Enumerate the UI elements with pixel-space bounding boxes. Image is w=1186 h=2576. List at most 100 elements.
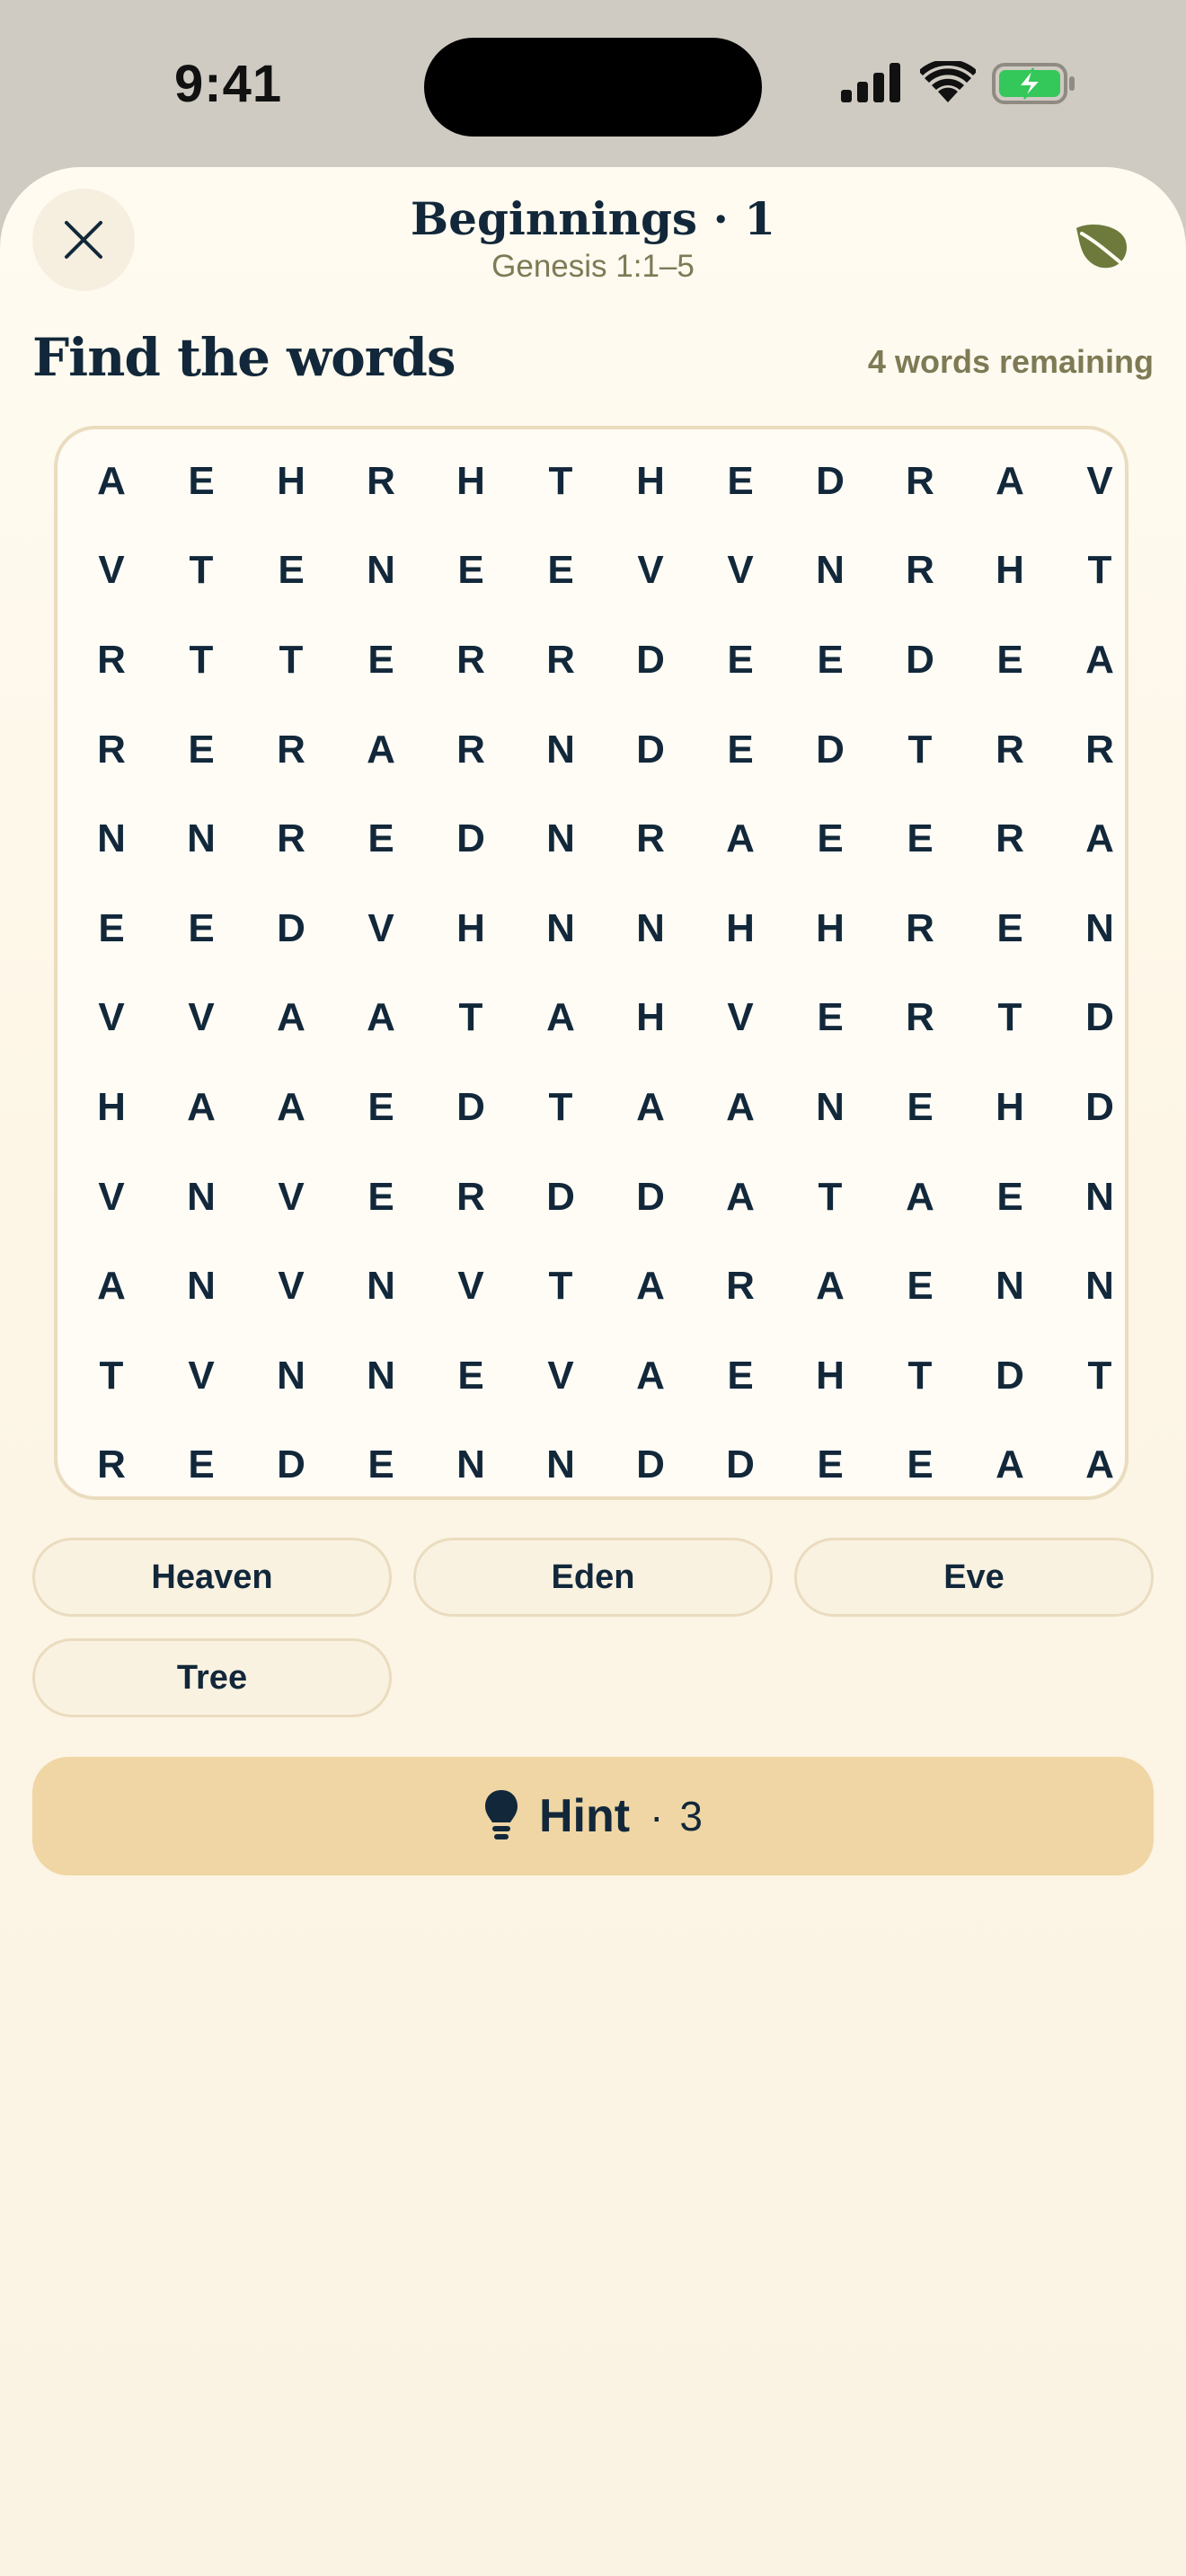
grid-letter[interactable]: E xyxy=(965,1152,1055,1242)
letter-grid[interactable]: AEHRHTHEDRAVVTENEEVVNRHTRTTERRDEEDEARERA… xyxy=(54,426,1128,1500)
grid-letter[interactable]: N xyxy=(156,794,246,884)
grid-letter[interactable]: E xyxy=(156,884,246,974)
grid-letter[interactable]: R xyxy=(66,1421,156,1511)
grid-letter[interactable]: H xyxy=(246,437,336,526)
grid-letter[interactable]: D xyxy=(695,1421,785,1511)
grid-letter[interactable]: T xyxy=(516,1063,606,1152)
grid-letter[interactable]: E xyxy=(156,437,246,526)
grid-letter[interactable]: D xyxy=(1055,1063,1145,1152)
grid-letter[interactable]: N xyxy=(516,1421,606,1511)
grid-letter[interactable]: R xyxy=(1055,705,1145,795)
grid-letter[interactable]: T xyxy=(1055,526,1145,616)
grid-letter[interactable]: V xyxy=(516,1331,606,1421)
grid-letter[interactable]: D xyxy=(246,884,336,974)
grid-letter[interactable]: T xyxy=(516,1241,606,1331)
grid-letter[interactable]: D xyxy=(875,615,965,705)
grid-letter[interactable]: E xyxy=(336,615,426,705)
grid-letter[interactable]: D xyxy=(426,794,516,884)
grid-letter[interactable]: A xyxy=(695,794,785,884)
grid-letter[interactable]: T xyxy=(875,705,965,795)
grid-letter[interactable]: A xyxy=(1055,615,1145,705)
grid-letter[interactable]: N xyxy=(965,1241,1055,1331)
grid-letter[interactable]: E xyxy=(875,794,965,884)
grid-letter[interactable]: R xyxy=(426,1152,516,1242)
grid-letter[interactable]: A xyxy=(785,1241,875,1331)
grid-letter[interactable]: A xyxy=(336,705,426,795)
grid-letter[interactable]: E xyxy=(336,1421,426,1511)
grid-letter[interactable]: E xyxy=(66,884,156,974)
grid-letter[interactable]: A xyxy=(606,1063,695,1152)
grid-letter[interactable]: N xyxy=(1055,1152,1145,1242)
grid-letter[interactable]: N xyxy=(1055,884,1145,974)
grid-letter[interactable]: V xyxy=(156,1331,246,1421)
grid-letter[interactable]: D xyxy=(606,705,695,795)
grid-letter[interactable]: A xyxy=(606,1241,695,1331)
grid-letter[interactable]: H xyxy=(426,437,516,526)
grid-letter[interactable]: V xyxy=(695,526,785,616)
grid-letter[interactable]: N xyxy=(66,794,156,884)
grid-letter[interactable]: D xyxy=(965,1331,1055,1421)
grid-letter[interactable]: R xyxy=(516,615,606,705)
leaf-button[interactable] xyxy=(1069,214,1134,278)
grid-letter[interactable]: V xyxy=(1055,437,1145,526)
grid-letter[interactable]: E xyxy=(336,1063,426,1152)
grid-letter[interactable]: A xyxy=(516,974,606,1063)
grid-letter[interactable]: T xyxy=(156,615,246,705)
grid-letter[interactable]: D xyxy=(785,437,875,526)
grid-letter[interactable]: V xyxy=(336,884,426,974)
grid-letter[interactable]: R xyxy=(606,794,695,884)
grid-letter[interactable]: T xyxy=(785,1152,875,1242)
grid-letter[interactable]: A xyxy=(246,1063,336,1152)
grid-letter[interactable]: T xyxy=(875,1331,965,1421)
grid-letter[interactable]: H xyxy=(66,1063,156,1152)
grid-letter[interactable]: N xyxy=(246,1331,336,1421)
grid-letter[interactable]: A xyxy=(66,1241,156,1331)
grid-letter[interactable]: D xyxy=(516,1152,606,1242)
grid-letter[interactable]: R xyxy=(875,974,965,1063)
grid-letter[interactable]: E xyxy=(785,974,875,1063)
grid-letter[interactable]: A xyxy=(875,1152,965,1242)
grid-letter[interactable]: V xyxy=(66,526,156,616)
grid-letter[interactable]: V xyxy=(66,1152,156,1242)
grid-letter[interactable]: T xyxy=(156,526,246,616)
grid-letter[interactable]: R xyxy=(426,615,516,705)
hint-button[interactable]: Hint · 3 xyxy=(32,1757,1154,1875)
grid-letter[interactable]: V xyxy=(695,974,785,1063)
grid-letter[interactable]: T xyxy=(66,1331,156,1421)
grid-letter[interactable]: E xyxy=(246,526,336,616)
grid-letter[interactable]: D xyxy=(606,615,695,705)
grid-letter[interactable]: T xyxy=(426,974,516,1063)
grid-letter[interactable]: R xyxy=(246,794,336,884)
grid-letter[interactable]: N xyxy=(336,526,426,616)
grid-letter[interactable]: N xyxy=(785,1063,875,1152)
grid-letter[interactable]: H xyxy=(965,1063,1055,1152)
grid-letter[interactable]: V xyxy=(606,526,695,616)
grid-letter[interactable]: A xyxy=(695,1063,785,1152)
grid-letter[interactable]: R xyxy=(66,615,156,705)
grid-letter[interactable]: R xyxy=(965,705,1055,795)
grid-letter[interactable]: A xyxy=(695,1152,785,1242)
grid-letter[interactable]: N xyxy=(516,705,606,795)
grid-letter[interactable]: R xyxy=(875,526,965,616)
grid-letter[interactable]: H xyxy=(965,526,1055,616)
grid-letter[interactable]: N xyxy=(516,884,606,974)
grid-letter[interactable]: T xyxy=(246,615,336,705)
grid-letter[interactable]: R xyxy=(965,794,1055,884)
grid-letter[interactable]: A xyxy=(246,974,336,1063)
grid-letter[interactable]: A xyxy=(66,437,156,526)
grid-letter[interactable]: A xyxy=(1055,794,1145,884)
grid-letter[interactable]: A xyxy=(336,974,426,1063)
grid-letter[interactable]: E xyxy=(695,705,785,795)
grid-letter[interactable]: E xyxy=(336,794,426,884)
grid-letter[interactable]: A xyxy=(1055,1421,1145,1511)
grid-letter[interactable]: N xyxy=(156,1152,246,1242)
grid-letter[interactable]: N xyxy=(156,1241,246,1331)
grid-letter[interactable]: R xyxy=(695,1241,785,1331)
grid-letter[interactable]: E xyxy=(875,1421,965,1511)
grid-letter[interactable]: E xyxy=(695,615,785,705)
grid-letter[interactable]: E xyxy=(426,1331,516,1421)
grid-letter[interactable]: N xyxy=(606,884,695,974)
grid-letter[interactable]: H xyxy=(606,437,695,526)
grid-letter[interactable]: D xyxy=(1055,974,1145,1063)
grid-letter[interactable]: H xyxy=(785,884,875,974)
